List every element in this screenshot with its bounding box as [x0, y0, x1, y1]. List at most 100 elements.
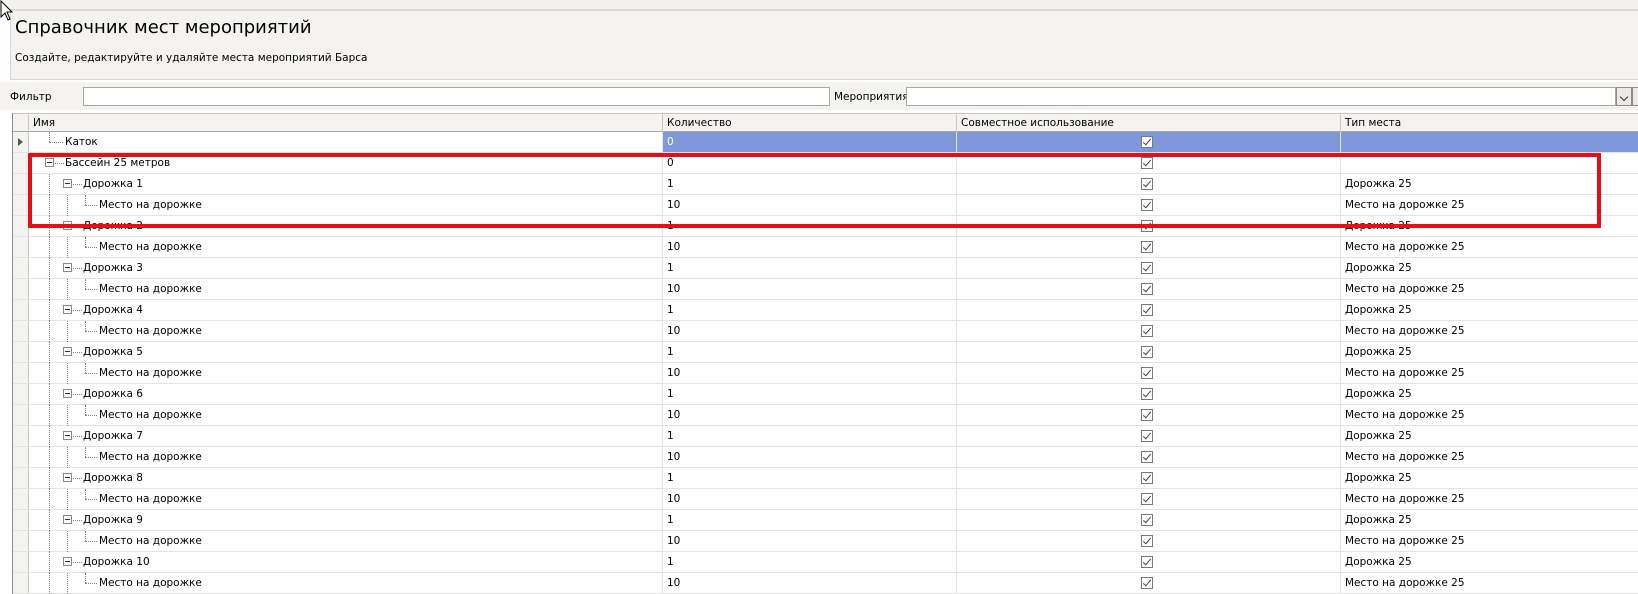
- cell-place-type[interactable]: Место на дорожке 25: [1341, 447, 1638, 467]
- cell-name[interactable]: Дорожка 2: [29, 216, 663, 237]
- table-row[interactable]: Место на дорожке 10 Место на дорожке 25: [13, 363, 1638, 384]
- checked-checkbox[interactable]: [1141, 220, 1153, 232]
- row-indicator[interactable]: [13, 132, 29, 152]
- cell-name[interactable]: Дорожка 9: [29, 510, 663, 531]
- cell-quantity[interactable]: 1: [663, 468, 957, 488]
- cell-quantity[interactable]: 10: [663, 405, 957, 425]
- collapse-icon[interactable]: [63, 263, 72, 272]
- events-clear-button[interactable]: [1632, 87, 1638, 106]
- checked-checkbox[interactable]: [1141, 325, 1153, 337]
- row-indicator[interactable]: [13, 174, 29, 194]
- cell-place-type[interactable]: [1341, 153, 1638, 173]
- checked-checkbox[interactable]: [1141, 367, 1153, 379]
- checked-checkbox[interactable]: [1141, 556, 1153, 568]
- cell-place-type[interactable]: [1341, 132, 1638, 152]
- checked-checkbox[interactable]: [1141, 409, 1153, 421]
- table-row[interactable]: Дорожка 10 1 Дорожка 25: [13, 552, 1638, 573]
- cell-name[interactable]: Дорожка 10: [29, 552, 663, 573]
- row-indicator[interactable]: [13, 552, 29, 572]
- checked-checkbox[interactable]: [1141, 514, 1153, 526]
- cell-name[interactable]: Дорожка 7: [29, 426, 663, 447]
- cell-quantity[interactable]: 10: [663, 447, 957, 467]
- checked-checkbox[interactable]: [1141, 304, 1153, 316]
- cell-place-type[interactable]: Дорожка 25: [1341, 426, 1638, 446]
- column-header-quantity[interactable]: Количество: [663, 114, 957, 132]
- row-indicator[interactable]: [13, 279, 29, 299]
- cell-place-type[interactable]: Место на дорожке 25: [1341, 363, 1638, 383]
- cell-quantity[interactable]: 10: [663, 279, 957, 299]
- cell-shared[interactable]: [957, 216, 1341, 236]
- events-select[interactable]: [906, 87, 1616, 106]
- cell-quantity[interactable]: 1: [663, 426, 957, 446]
- cell-place-type[interactable]: Дорожка 25: [1341, 468, 1638, 488]
- table-row[interactable]: Дорожка 4 1 Дорожка 25: [13, 300, 1638, 321]
- cell-quantity[interactable]: 1: [663, 300, 957, 320]
- cell-shared[interactable]: [957, 405, 1341, 425]
- cell-place-type[interactable]: Место на дорожке 25: [1341, 237, 1638, 257]
- collapse-icon[interactable]: [63, 557, 72, 566]
- cell-quantity[interactable]: 10: [663, 237, 957, 257]
- checked-checkbox[interactable]: [1141, 199, 1153, 211]
- cell-name[interactable]: Место на дорожке: [29, 237, 663, 258]
- cell-place-type[interactable]: Место на дорожке 25: [1341, 195, 1638, 215]
- table-row[interactable]: Место на дорожке 10 Место на дорожке 25: [13, 405, 1638, 426]
- collapse-icon[interactable]: [63, 179, 72, 188]
- cell-name[interactable]: Место на дорожке: [29, 447, 663, 468]
- row-indicator[interactable]: [13, 489, 29, 509]
- checked-checkbox[interactable]: [1141, 535, 1153, 547]
- row-indicator[interactable]: [13, 300, 29, 320]
- checked-checkbox[interactable]: [1141, 283, 1153, 295]
- filter-input[interactable]: [83, 87, 830, 106]
- cell-name[interactable]: Место на дорожке: [29, 405, 663, 426]
- table-row[interactable]: Место на дорожке 10 Место на дорожке 25: [13, 195, 1638, 216]
- row-indicator[interactable]: [13, 531, 29, 551]
- cell-shared[interactable]: [957, 321, 1341, 341]
- collapse-icon[interactable]: [63, 473, 72, 482]
- cell-quantity[interactable]: 10: [663, 195, 957, 215]
- table-row[interactable]: Дорожка 6 1 Дорожка 25: [13, 384, 1638, 405]
- cell-shared[interactable]: [957, 426, 1341, 446]
- cell-shared[interactable]: [957, 174, 1341, 194]
- checked-checkbox[interactable]: [1141, 430, 1153, 442]
- row-indicator[interactable]: [13, 258, 29, 278]
- cell-quantity[interactable]: 10: [663, 489, 957, 509]
- checked-checkbox[interactable]: [1141, 577, 1153, 589]
- cell-shared[interactable]: [957, 384, 1341, 404]
- collapse-icon[interactable]: [63, 221, 72, 230]
- row-indicator[interactable]: [13, 342, 29, 362]
- cell-place-type[interactable]: Дорожка 25: [1341, 510, 1638, 530]
- row-indicator[interactable]: [13, 405, 29, 425]
- column-header-place-type[interactable]: Тип места: [1341, 114, 1638, 132]
- cell-name[interactable]: Место на дорожке: [29, 531, 663, 552]
- collapse-icon[interactable]: [63, 305, 72, 314]
- row-indicator[interactable]: [13, 573, 29, 593]
- cell-name[interactable]: Дорожка 1: [29, 174, 663, 195]
- cell-place-type[interactable]: Дорожка 25: [1341, 300, 1638, 320]
- row-indicator[interactable]: [13, 321, 29, 341]
- collapse-icon[interactable]: [63, 515, 72, 524]
- cell-name[interactable]: Дорожка 6: [29, 384, 663, 405]
- cell-quantity[interactable]: 0: [663, 132, 957, 152]
- checked-checkbox[interactable]: [1141, 451, 1153, 463]
- cell-name[interactable]: Каток: [29, 132, 663, 152]
- row-indicator[interactable]: [13, 195, 29, 215]
- cell-place-type[interactable]: Дорожка 25: [1341, 258, 1638, 278]
- row-indicator[interactable]: [13, 153, 29, 173]
- table-row[interactable]: Дорожка 2 1 Дорожка 25: [13, 216, 1638, 237]
- table-row[interactable]: Место на дорожке 10 Место на дорожке 25: [13, 279, 1638, 300]
- cell-shared[interactable]: [957, 531, 1341, 551]
- row-indicator[interactable]: [13, 384, 29, 404]
- cell-shared[interactable]: [957, 195, 1341, 215]
- table-row[interactable]: Место на дорожке 10 Место на дорожке 25: [13, 573, 1638, 594]
- cell-shared[interactable]: [957, 237, 1341, 257]
- checked-checkbox[interactable]: [1141, 346, 1153, 358]
- cell-shared[interactable]: [957, 468, 1341, 488]
- checked-checkbox[interactable]: [1141, 262, 1153, 274]
- cell-quantity[interactable]: 10: [663, 573, 957, 593]
- cell-quantity[interactable]: 10: [663, 321, 957, 341]
- cell-place-type[interactable]: Место на дорожке 25: [1341, 573, 1638, 593]
- cell-place-type[interactable]: Место на дорожке 25: [1341, 321, 1638, 341]
- cell-name[interactable]: Дорожка 3: [29, 258, 663, 279]
- cell-name[interactable]: Место на дорожке: [29, 489, 663, 510]
- collapse-icon[interactable]: [63, 389, 72, 398]
